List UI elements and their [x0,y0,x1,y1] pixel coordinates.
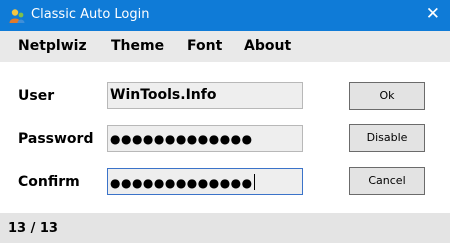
menu-about[interactable]: About [244,38,291,55]
disable-button[interactable]: Disable [349,124,425,152]
confirm-value-wrap: ●●●●●●●●●●●●● [110,174,255,192]
window-title: Classic Auto Login [31,7,150,22]
confirm-label: Confirm [18,174,80,190]
text-caret [253,174,255,190]
close-icon[interactable]: ✕ [426,4,440,24]
user-value: WinTools.Info [110,87,217,103]
login-form: User WinTools.Info Ok Password ●●●●●●●●●… [0,62,450,213]
confirm-field[interactable]: ●●●●●●●●●●●●● [107,168,303,195]
password-label: Password [18,131,94,147]
user-icon [9,9,25,23]
title-bar: Classic Auto Login ✕ [0,0,450,31]
cancel-button[interactable]: Cancel [349,167,425,195]
menu-theme[interactable]: Theme [111,38,164,55]
password-field[interactable]: ●●●●●●●●●●●●● [107,125,303,152]
user-label: User [18,88,55,104]
menu-font[interactable]: Font [187,38,222,55]
menu-bar: Netplwiz Theme Font About [0,31,450,62]
menu-netplwiz[interactable]: Netplwiz [18,38,87,55]
status-counter: 13 / 13 [8,221,58,236]
user-field[interactable]: WinTools.Info [107,82,303,109]
confirm-value: ●●●●●●●●●●●●● [110,176,253,190]
status-bar: 13 / 13 [0,213,450,243]
password-value: ●●●●●●●●●●●●● [110,132,253,146]
ok-button[interactable]: Ok [349,82,425,110]
